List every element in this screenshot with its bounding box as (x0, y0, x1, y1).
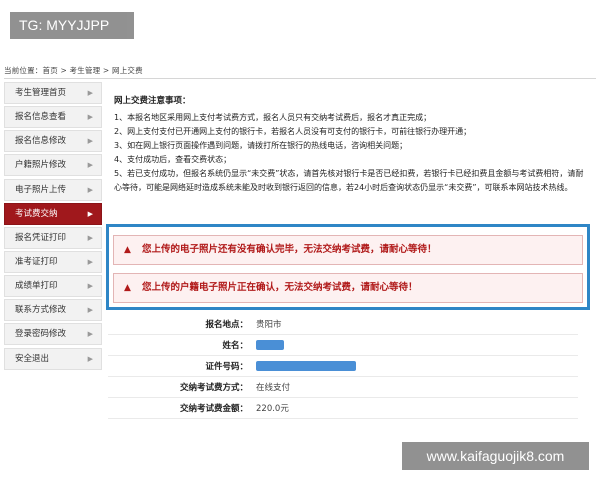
photo-pending-alert: ▲ 您上传的电子照片还有没有确认完毕，无法交纳考试费，请耐心等待！ (113, 235, 583, 265)
sidebar-item-view-info[interactable]: 报名信息查看 ▶ (4, 106, 102, 129)
sidebar-item-label: 准考证打印 (15, 256, 58, 267)
sidebar-item-edit-info[interactable]: 报名信息修改 ▶ (4, 130, 102, 153)
chevron-right-icon: ▶ (87, 306, 93, 315)
sidebar-item-home[interactable]: 考生管理首页 ▶ (4, 82, 102, 104)
sidebar-item-label: 户籍照片修改 (15, 160, 67, 171)
sidebar-item-change-password[interactable]: 登录密码修改 ▶ (4, 323, 102, 346)
info-row-location: 报名地点： 贵阳市 (108, 314, 578, 335)
chevron-right-icon: ▶ (87, 161, 93, 170)
info-label: 姓名： (222, 341, 248, 351)
info-row-payment-method: 交纳考试费方式： 在线支付 (108, 377, 578, 398)
channel-tag: TG: MYYJJPP (10, 12, 134, 39)
info-value: 贵阳市 (256, 320, 282, 330)
info-value: 在线支付 (256, 383, 291, 393)
sidebar-item-edit-contact[interactable]: 联系方式修改 ▶ (4, 299, 102, 322)
sidebar-item-print-scores[interactable]: 成绩单打印 ▶ (4, 275, 102, 298)
notice-line: 5、若已支付成功，但报名系统仍显示“未交费”状态，请首先核对银行卡是否已经扣费，… (114, 169, 584, 192)
info-label: 证件号码： (205, 362, 248, 372)
chevron-right-icon: ▶ (87, 233, 93, 242)
sidebar-item-label: 电子照片上传 (15, 184, 67, 195)
sidebar-item-label: 安全退出 (15, 353, 50, 364)
notice-line: 3、如在网上银行页面操作遇到问题，请拨打所在银行的热线电话，咨询相关问题； (114, 141, 408, 150)
sidebar-item-label: 报名凭证打印 (15, 232, 67, 243)
redacted-id-number (256, 360, 356, 371)
sidebar-item-print-receipt[interactable]: 报名凭证打印 ▶ (4, 226, 102, 249)
notice-title: 网上交费注意事项： (114, 96, 191, 106)
info-row-id-number: 证件号码： (108, 356, 578, 377)
alert-highlight-frame: ▲ 您上传的电子照片还有没有确认完毕，无法交纳考试费，请耐心等待！ ▲ 您上传的… (106, 224, 590, 310)
notice-line: 2、网上支付支付已开通网上支付的银行卡，若报名人员没有可支付的银行卡，可前往银行… (114, 127, 472, 136)
sidebar-item-label: 报名信息查看 (15, 112, 67, 123)
chevron-right-icon: ▶ (87, 113, 93, 122)
info-label: 报名地点： (205, 320, 248, 330)
sidebar-nav: 考生管理首页 ▶ 报名信息查看 ▶ 报名信息修改 ▶ 户籍照片修改 ▶ 电子照片上传 ▶ … (4, 82, 102, 372)
info-label: 交纳考试费方式： (179, 383, 248, 393)
chevron-right-icon: ▶ (87, 209, 93, 218)
info-row-name: 姓名： (108, 335, 578, 356)
chevron-right-icon: ▶ (87, 89, 93, 97)
alert-text: 您上传的户籍电子照片正在确认，无法交纳考试费，请耐心等待！ (142, 282, 418, 293)
chevron-right-icon: ▶ (87, 282, 93, 291)
alert-text: 您上传的电子照片还有没有确认完毕，无法交纳考试费，请耐心等待！ (142, 244, 437, 255)
header-divider (4, 78, 596, 79)
sidebar-item-pay-fee[interactable]: 考试费交纳 ▶ (4, 202, 102, 225)
info-value (248, 360, 356, 372)
notice-line: 4、支付成功后，查看交费状态； (114, 155, 232, 164)
redacted-name (256, 339, 284, 350)
sidebar-item-label: 报名信息修改 (15, 136, 67, 147)
chevron-right-icon: ▶ (87, 137, 93, 146)
household-photo-pending-alert: ▲ 您上传的户籍电子照片正在确认，无法交纳考试费，请耐心等待！ (113, 273, 583, 303)
registration-info: 报名地点： 贵阳市 姓名： 证件号码： 交纳考试费方式： 在线支付 交纳考试费金… (108, 314, 578, 419)
sidebar-item-logout[interactable]: 安全退出 ▶ (4, 347, 102, 370)
info-row-payment-amount: 交纳考试费金额： 220.0元 (108, 398, 578, 419)
sidebar-item-edit-household-photo[interactable]: 户籍照片修改 ▶ (4, 154, 102, 177)
warning-icon: ▲ (124, 283, 131, 293)
chevron-right-icon: ▶ (87, 354, 93, 363)
sidebar-item-print-admission[interactable]: 准考证打印 ▶ (4, 250, 102, 273)
warning-icon: ▲ (124, 245, 131, 255)
chevron-right-icon: ▶ (87, 257, 93, 266)
payment-notice: 网上交费注意事项： 1、本报名地区采用网上支付考试费方式，报名人员只有交纳考试费… (108, 92, 590, 224)
chevron-right-icon: ▶ (87, 185, 93, 194)
sidebar-item-label: 联系方式修改 (15, 305, 67, 316)
sidebar-item-upload-photo[interactable]: 电子照片上传 ▶ (4, 178, 102, 201)
sidebar-item-label: 考生管理首页 (15, 88, 67, 98)
info-value: 220.0元 (256, 404, 289, 414)
notice-line: 1、本报名地区采用网上支付考试费方式，报名人员只有交纳考试费后，报名才真正完成； (114, 113, 432, 122)
info-label: 交纳考试费金额： (179, 404, 248, 414)
sidebar-item-label: 登录密码修改 (15, 329, 67, 340)
breadcrumb: 当前位置：首页 > 考生管理 > 网上交费 (4, 66, 143, 75)
chevron-right-icon: ▶ (87, 330, 93, 339)
sidebar-item-label: 考试费交纳 (15, 208, 58, 219)
info-value (248, 339, 284, 351)
site-watermark: www.kaifaguojik8.com (402, 442, 589, 470)
sidebar-item-label: 成绩单打印 (15, 281, 58, 292)
